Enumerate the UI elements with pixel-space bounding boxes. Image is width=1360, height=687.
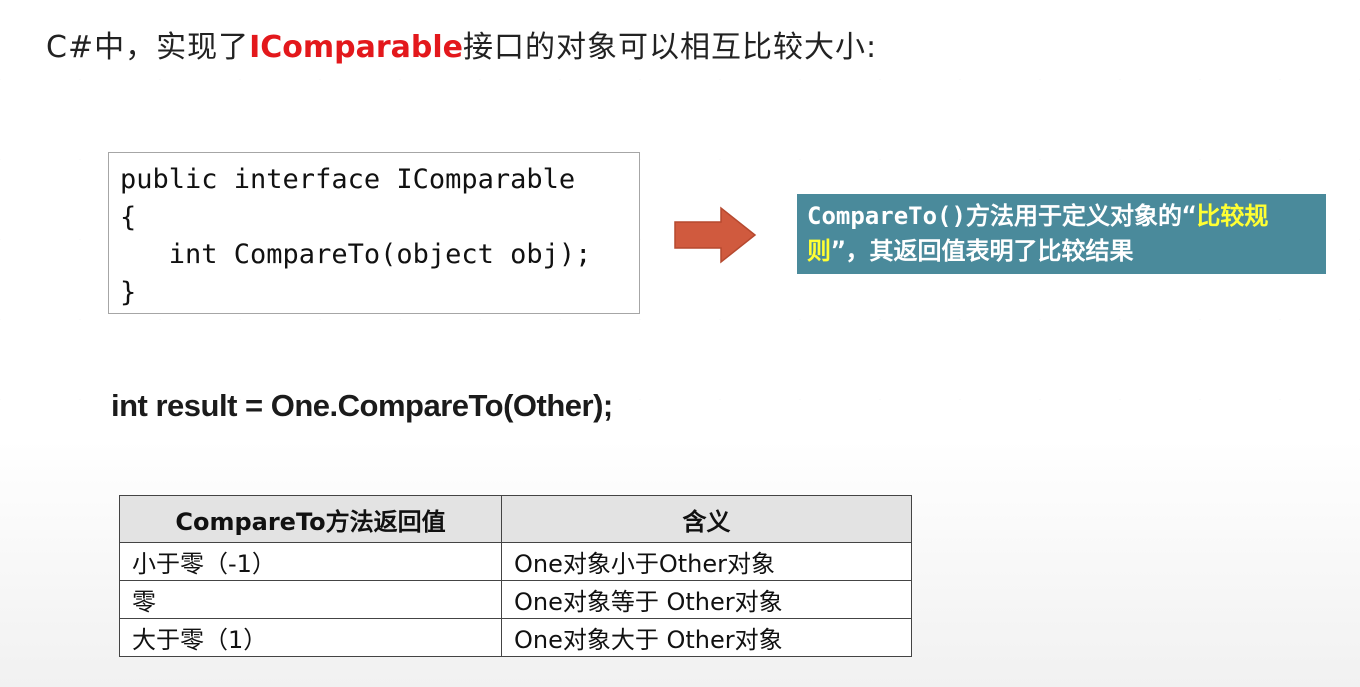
code-line: int CompareTo(object obj); [120, 239, 592, 270]
table-row: 大于零（1） One对象大于 Other对象 [119, 618, 912, 657]
return-value-table: CompareTo方法返回值 含义 小于零（-1） One对象小于Other对象… [119, 495, 912, 657]
column-header: CompareTo方法返回值 [119, 495, 502, 543]
title-prefix: C#中，实现了 [46, 30, 250, 65]
right-arrow-icon [674, 206, 757, 264]
table-cell: One对象小于Other对象 [501, 542, 912, 581]
table-row: 零 One对象等于 Other对象 [119, 580, 912, 619]
table-cell: 零 [119, 580, 502, 619]
column-header: 含义 [501, 495, 912, 543]
table-cell: 小于零（-1） [119, 542, 502, 581]
table-cell: 大于零（1） [119, 618, 502, 657]
code-line: } [120, 276, 137, 308]
title-suffix: 接口的对象可以相互比较大小: [463, 30, 878, 65]
table-cell: One对象等于 Other对象 [501, 580, 912, 619]
result-code-line: int result = One.CompareTo(Other); [111, 388, 613, 423]
callout-note: CompareTo()方法用于定义对象的“比较规则”，其返回值表明了比较结果 [797, 194, 1326, 274]
code-line: { [120, 201, 137, 233]
note-text-end: ”，其返回值表明了比较结果 [831, 237, 1134, 265]
table-header-row: CompareTo方法返回值 含义 [119, 495, 912, 543]
table-cell: One对象大于 Other对象 [501, 618, 912, 657]
slide-title: C#中，实现了IComparable接口的对象可以相互比较大小: [46, 26, 877, 70]
title-highlight: IComparable [249, 30, 464, 65]
code-block: public interface IComparable { int Compa… [108, 152, 640, 314]
code-line: public interface IComparable [120, 164, 576, 195]
note-text: CompareTo()方法用于定义对象的“ [807, 202, 1197, 230]
table-row: 小于零（-1） One对象小于Other对象 [119, 542, 912, 581]
